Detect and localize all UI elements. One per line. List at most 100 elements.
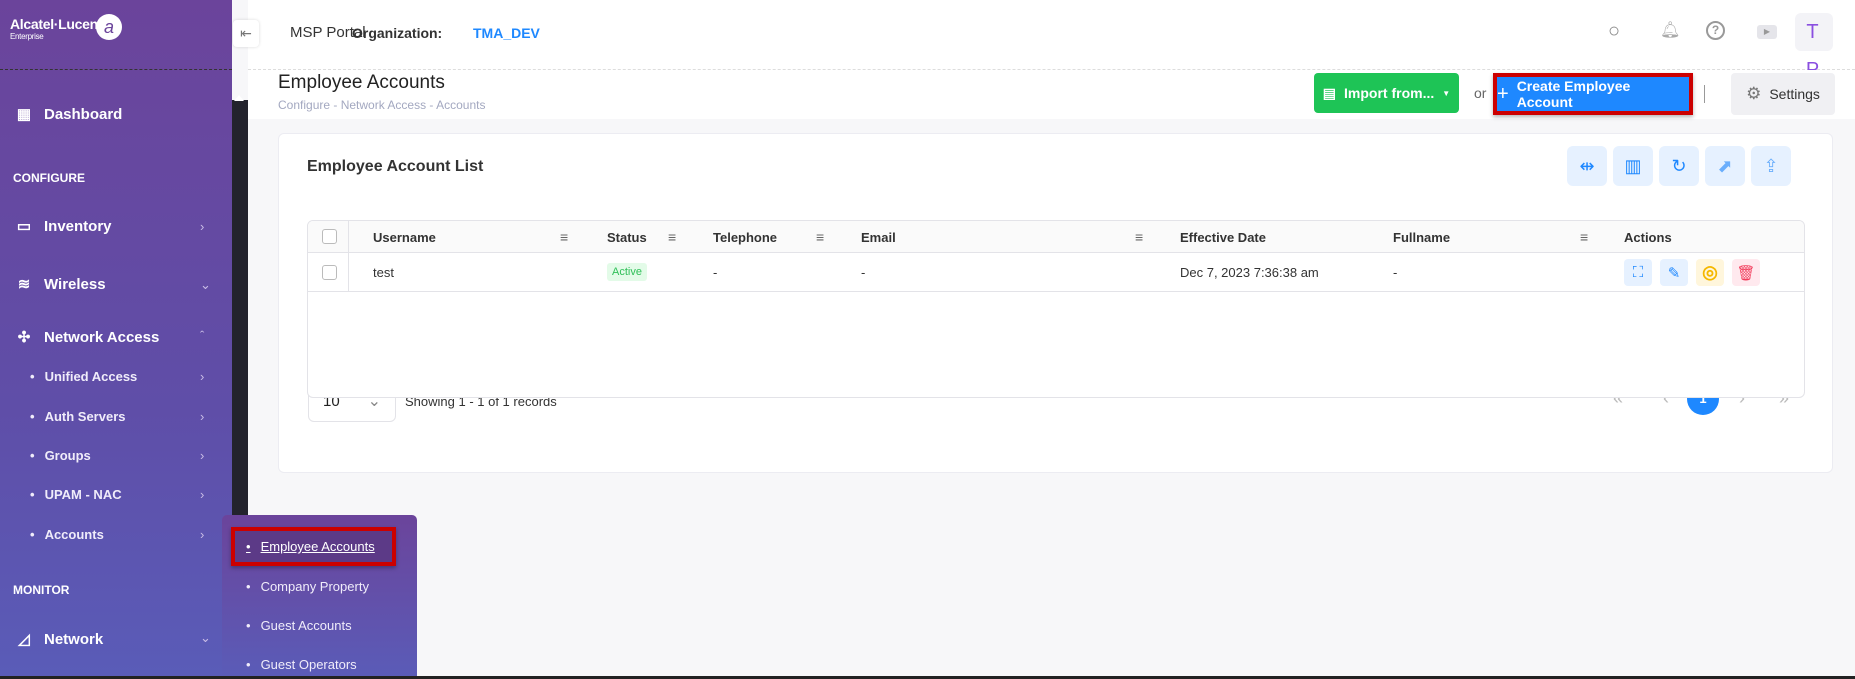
- sidebar-item-auth-servers[interactable]: Auth Servers: [30, 409, 126, 424]
- chevron-right-icon: ›: [200, 219, 205, 234]
- status-badge: Active: [607, 263, 647, 281]
- label: Import from...: [1344, 85, 1435, 101]
- label: Create Employee Account: [1516, 78, 1631, 110]
- collapse-sidebar-button[interactable]: ⇤: [233, 20, 259, 47]
- network-access-icon: ✣: [17, 329, 31, 346]
- column-menu-icon[interactable]: ≡: [1580, 229, 1588, 245]
- section-monitor: MONITOR: [13, 583, 70, 597]
- sidebar-item-wireless[interactable]: ≋ Wireless: [14, 275, 106, 294]
- sidebar-item-accounts[interactable]: Accounts: [30, 527, 104, 542]
- brand-sub: Enterprise: [10, 32, 44, 41]
- submenu-item-guest-operators[interactable]: Guest Operators: [246, 657, 357, 672]
- help-icon[interactable]: ?: [1706, 21, 1725, 40]
- toggle-icon[interactable]: ◎: [1696, 259, 1724, 286]
- bell-icon[interactable]: 🔔︎: [1660, 20, 1680, 40]
- chevron-up-icon: ˆ: [200, 328, 205, 343]
- column-menu-icon[interactable]: ≡: [816, 229, 824, 245]
- sidebar-item-network[interactable]: ◿ Network: [14, 630, 104, 649]
- cell-telephone: -: [713, 265, 718, 280]
- column-layout-icon[interactable]: ▥: [1613, 146, 1653, 186]
- cell-email: -: [861, 265, 866, 280]
- sidebar-item-groups[interactable]: Groups: [30, 448, 91, 463]
- sidebar-item-dashboard[interactable]: ▦ Dashboard: [14, 105, 123, 124]
- refresh-icon[interactable]: ↻: [1659, 146, 1699, 186]
- dashboard-icon: ▦: [16, 106, 32, 123]
- or-text: or: [1474, 85, 1487, 101]
- label: Dashboard: [44, 105, 123, 123]
- create-employee-account-button[interactable]: + Create Employee Account: [1497, 77, 1689, 111]
- alcatel-logo-icon: a: [96, 14, 122, 40]
- cell-effective-date: Dec 7, 2023 7:36:38 am: [1180, 265, 1319, 280]
- submenu-item-employee-accounts[interactable]: Employee Accounts: [246, 539, 375, 554]
- label: Network: [44, 630, 104, 648]
- arrow-left-icon: ⇤: [240, 25, 252, 41]
- org-label: Organization:: [352, 25, 443, 41]
- plus-icon: +: [1497, 82, 1509, 105]
- sidebar-item-unified-access[interactable]: Unified Access: [30, 369, 138, 384]
- breadcrumb-configure[interactable]: Configure: [278, 98, 330, 112]
- chevron-right-icon: ›: [200, 369, 205, 384]
- section-configure: CONFIGURE: [13, 171, 85, 185]
- top-header: MSP Portal Organization: TMA_DEV ○ 🔔︎ ? …: [248, 0, 1855, 81]
- col-telephone[interactable]: Telephone: [713, 230, 777, 245]
- column-menu-icon[interactable]: ≡: [1135, 229, 1143, 245]
- chevron-right-icon: ›: [200, 527, 205, 542]
- video-icon[interactable]: ▶: [1757, 25, 1777, 39]
- table-header: Username ≡ Status ≡ Telephone ≡ Email ≡ …: [308, 221, 1804, 253]
- label: Inventory: [44, 217, 112, 235]
- avatar[interactable]: T P: [1795, 13, 1833, 81]
- submenu-item-guest-accounts[interactable]: Guest Accounts: [246, 618, 352, 633]
- submenu-item-company-property[interactable]: Company Property: [246, 579, 369, 594]
- sidebar-item-network-access[interactable]: ✣ Network Access: [14, 328, 160, 347]
- cell-username: test: [373, 265, 394, 280]
- column-menu-icon[interactable]: ≡: [560, 229, 568, 245]
- accounts-submenu: Employee Accounts Company Property Guest…: [222, 515, 417, 679]
- breadcrumb-network-access[interactable]: Network Access: [341, 98, 426, 112]
- brand-logo: Alcatel·Lucent Enterprise: [10, 16, 103, 41]
- import-button[interactable]: ▤ Import from... ▼: [1314, 73, 1459, 113]
- trash-icon[interactable]: 🗑︎: [1732, 259, 1760, 286]
- excel-file-icon: ▤: [1322, 84, 1337, 101]
- chevron-down-icon: ⌄: [200, 630, 211, 645]
- page-title: Employee Accounts: [278, 72, 445, 93]
- search-icon[interactable]: ○: [1608, 20, 1620, 43]
- scroll-up-icon[interactable]: [234, 90, 244, 101]
- edit-pencil-icon[interactable]: ✎: [1660, 259, 1688, 286]
- external-link-icon[interactable]: ⬈: [1705, 146, 1745, 186]
- highlight-box: + Create Employee Account: [1493, 73, 1693, 115]
- divider: [1704, 85, 1705, 103]
- row-checkbox[interactable]: [322, 265, 337, 280]
- cell-fullname: -: [1393, 265, 1398, 280]
- caret-down-icon: ▼: [1442, 88, 1451, 98]
- col-status[interactable]: Status: [607, 230, 647, 245]
- chevron-right-icon: ›: [200, 409, 205, 424]
- view-icon[interactable]: ⛶: [1624, 259, 1652, 286]
- col-fullname[interactable]: Fullname: [1393, 230, 1450, 245]
- wifi-icon: ≋: [17, 276, 31, 293]
- gear-icon: ⚙: [1746, 84, 1762, 103]
- settings-button[interactable]: ⚙ Settings: [1731, 73, 1835, 115]
- table-row[interactable]: test Active - - Dec 7, 2023 7:36:38 am -…: [308, 253, 1804, 292]
- label: Wireless: [44, 275, 106, 293]
- inventory-icon: ▭: [16, 218, 32, 235]
- label: Settings: [1769, 86, 1820, 102]
- column-menu-icon[interactable]: ≡: [668, 229, 676, 245]
- col-actions: Actions: [1624, 230, 1672, 245]
- export-icon[interactable]: ⇪: [1751, 146, 1791, 186]
- brand-name: Alcatel·Lucent: [10, 16, 103, 32]
- chevron-right-icon: ›: [200, 487, 205, 502]
- page-title-bar: Employee Accounts Configure - Network Ac…: [248, 70, 1855, 119]
- sidebar: Alcatel·Lucent Enterprise a ▦ Dashboard CO…: [0, 0, 232, 679]
- col-email[interactable]: Email: [861, 230, 896, 245]
- breadcrumb-accounts[interactable]: Accounts: [436, 98, 485, 112]
- select-all-checkbox[interactable]: [322, 229, 337, 244]
- card-title: Employee Account List: [307, 158, 484, 175]
- sidebar-item-upam-nac[interactable]: UPAM - NAC: [30, 487, 122, 502]
- chevron-down-icon: ⌄: [200, 277, 211, 292]
- divider: [0, 69, 232, 70]
- org-value[interactable]: TMA_DEV: [473, 25, 540, 41]
- col-effective-date[interactable]: Effective Date: [1180, 230, 1266, 245]
- resize-columns-icon[interactable]: ⇹: [1567, 146, 1607, 186]
- sidebar-item-inventory[interactable]: ▭ Inventory: [14, 217, 112, 236]
- col-username[interactable]: Username: [373, 230, 436, 245]
